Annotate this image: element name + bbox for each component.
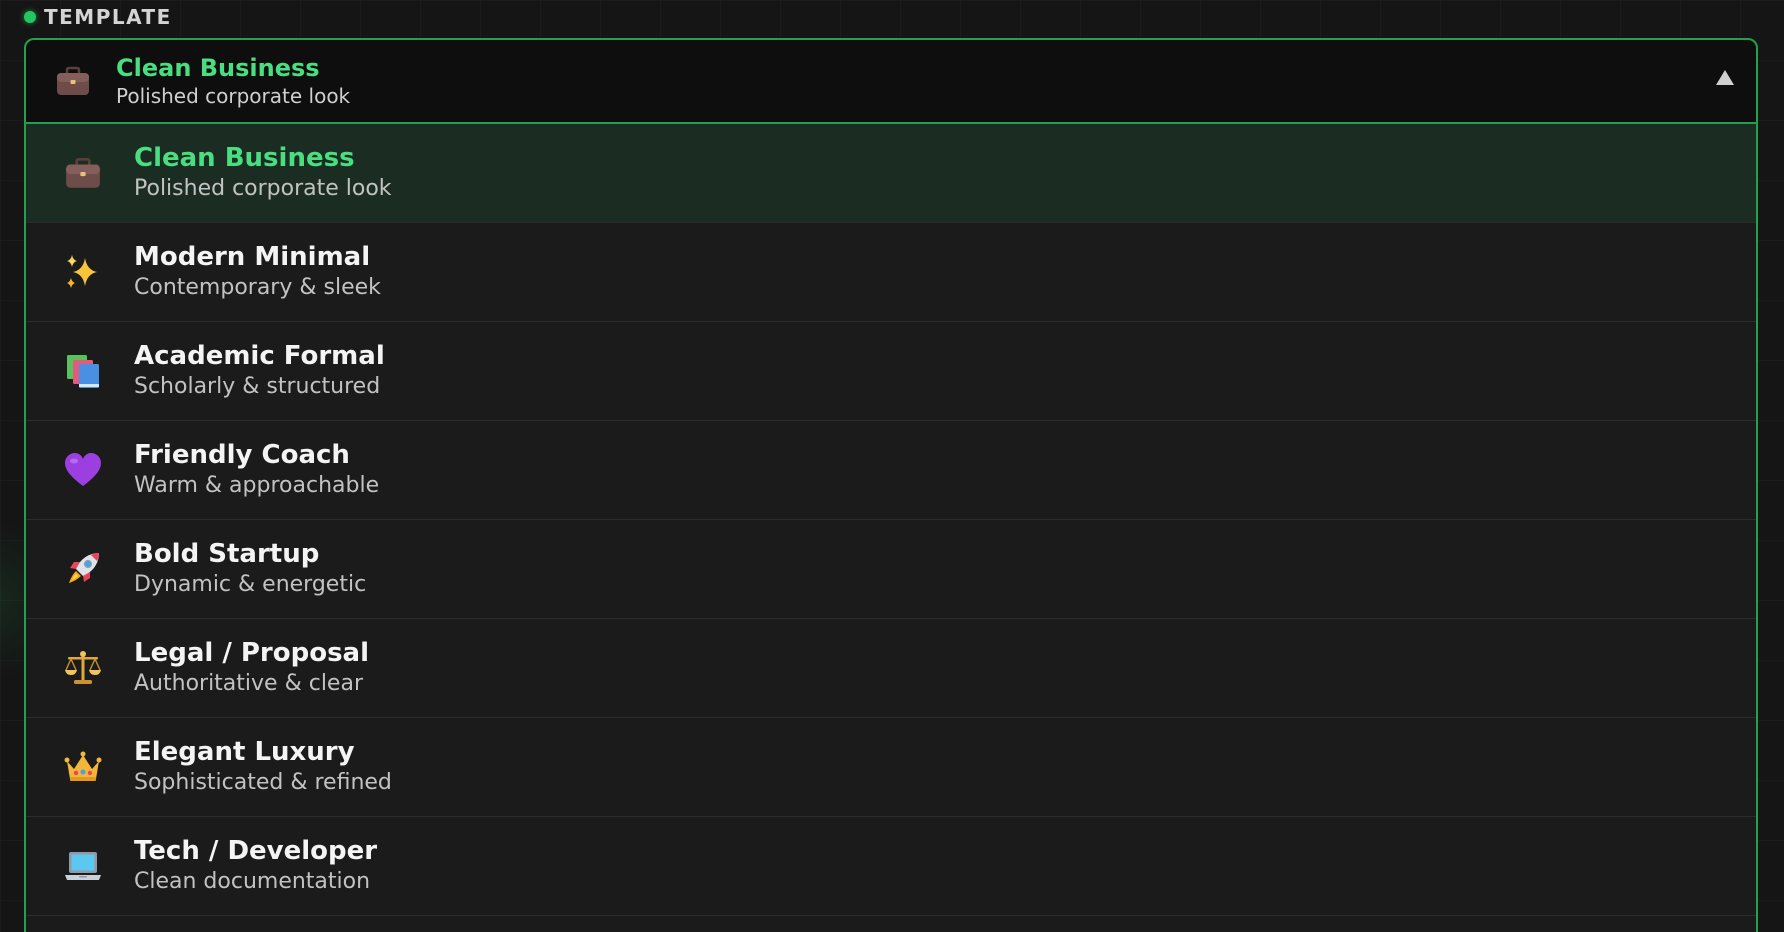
option-title: Legal / Proposal (134, 638, 370, 668)
selected-template-subtitle: Polished corporate look (116, 84, 351, 108)
option-subtitle: Polished corporate look (134, 176, 392, 201)
section-header: TEMPLATE (24, 4, 172, 30)
option-modern-minimal[interactable]: Modern Minimal Contemporary & sleek (26, 223, 1756, 322)
template-select[interactable]: Clean Business Polished corporate look (24, 38, 1758, 124)
option-tech-developer[interactable]: Tech / Developer Clean documentation (26, 817, 1756, 916)
option-subtitle: Dynamic & energetic (134, 572, 367, 597)
option-bold-startup[interactable]: Bold Startup Dynamic & energetic (26, 520, 1756, 619)
option-title: Academic Formal (134, 341, 385, 371)
selected-template-title: Clean Business (116, 54, 320, 82)
option-legal-proposal[interactable]: Legal / Proposal Authoritative & clear (26, 619, 1756, 718)
books-icon (62, 350, 104, 392)
template-options-list: Clean Business Polished corporate look M… (24, 124, 1758, 932)
option-subtitle: Authoritative & clear (134, 671, 363, 696)
option-title: Friendly Coach (134, 440, 350, 470)
option-subtitle: Warm & approachable (134, 473, 380, 498)
option-title: Clean Business (134, 143, 355, 173)
option-subtitle: Clean documentation (134, 869, 371, 894)
rocket-icon (62, 548, 104, 590)
option-friendly-coach[interactable]: Friendly Coach Warm & approachable (26, 421, 1756, 520)
briefcase-icon (62, 152, 104, 194)
option-title: Modern Minimal (134, 242, 371, 272)
balance-scale-icon (62, 647, 104, 689)
status-dot (24, 11, 36, 23)
caret-up-icon[interactable] (1716, 70, 1734, 85)
option-subtitle: Scholarly & structured (134, 374, 381, 399)
option-clean-business[interactable]: Clean Business Polished corporate look (26, 124, 1756, 223)
briefcase-icon (52, 60, 94, 102)
option-title: Elegant Luxury (134, 737, 355, 767)
crown-icon (62, 746, 104, 788)
option-title: Tech / Developer (134, 836, 378, 866)
option-title: Bold Startup (134, 539, 320, 569)
option-subtitle: Sophisticated & refined (134, 770, 392, 795)
option-subtitle: Contemporary & sleek (134, 275, 381, 300)
option-academic-formal[interactable]: Academic Formal Scholarly & structured (26, 322, 1756, 421)
option-elegant-luxury[interactable]: Elegant Luxury Sophisticated & refined (26, 718, 1756, 817)
laptop-icon (62, 845, 104, 887)
sparkles-icon (62, 251, 104, 293)
purple-heart-icon (62, 449, 104, 491)
section-label: TEMPLATE (44, 5, 172, 29)
